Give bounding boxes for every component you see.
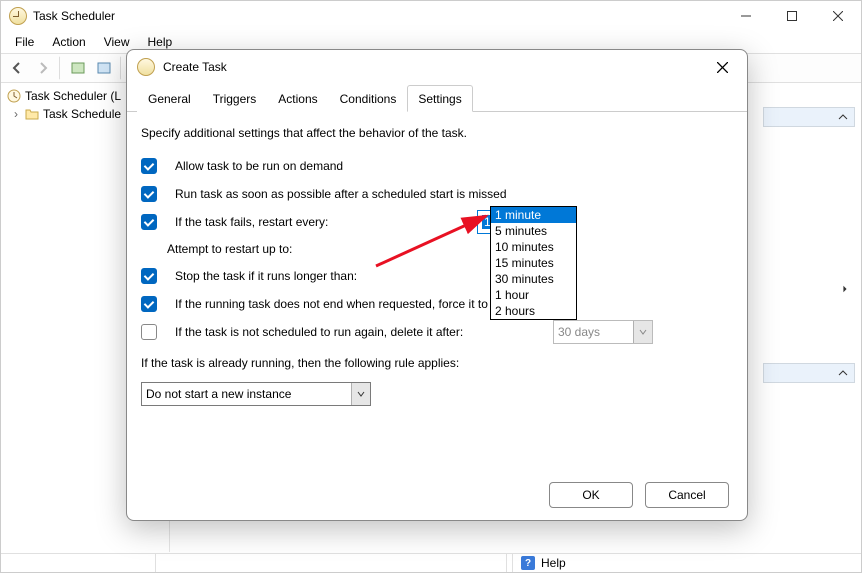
row-rule-label: If the task is already running, then the…: [141, 356, 733, 370]
chevron-down-icon: [633, 321, 652, 343]
label-delete-after: If the task is not scheduled to run agai…: [175, 325, 463, 339]
row-force-stop: If the running task does not end when re…: [141, 296, 733, 312]
help-icon: ?: [521, 556, 535, 570]
row-attempt: Attempt to restart up to:: [167, 242, 733, 256]
folder-icon: [25, 107, 39, 121]
dropdown-option[interactable]: 10 minutes: [491, 239, 576, 255]
row-rule-combo: Do not start a new instance: [141, 382, 733, 406]
tab-triggers[interactable]: Triggers: [202, 85, 268, 112]
create-task-dialog: Create Task General Triggers Actions Con…: [126, 49, 748, 521]
tree-child-label: Task Schedule: [43, 107, 121, 121]
dropdown-option[interactable]: 1 minute: [491, 207, 576, 223]
collapse-bar-2[interactable]: [763, 363, 855, 383]
titlebar: Task Scheduler: [1, 1, 861, 31]
dropdown-list-restart-every[interactable]: 1 minute 5 minutes 10 minutes 15 minutes…: [490, 206, 577, 320]
row-allow-on-demand: Allow task to be run on demand: [141, 158, 733, 174]
dropdown-option[interactable]: 5 minutes: [491, 223, 576, 239]
window-title: Task Scheduler: [33, 9, 115, 23]
combo-delete-value: 30 days: [558, 325, 600, 339]
close-button[interactable]: [815, 1, 861, 31]
menu-file[interactable]: File: [7, 33, 42, 51]
tab-body: Specify additional settings that affect …: [127, 112, 747, 469]
statusbar: ? Help: [1, 553, 861, 572]
dropdown-option[interactable]: 2 hours: [491, 303, 576, 319]
ok-button[interactable]: OK: [549, 482, 633, 508]
maximize-button[interactable]: [769, 1, 815, 31]
checkbox-force-stop[interactable]: [141, 296, 157, 312]
forward-button[interactable]: [31, 56, 55, 80]
label-stop-if-longer: Stop the task if it runs longer than:: [175, 269, 357, 283]
minimize-button[interactable]: [723, 1, 769, 31]
dropdown-option[interactable]: 1 hour: [491, 287, 576, 303]
checkbox-stop-if-longer[interactable]: [141, 268, 157, 284]
row-restart-every: If the task fails, restart every: 1 minu…: [141, 214, 733, 230]
row-run-asap: Run task as soon as possible after a sch…: [141, 186, 733, 202]
chevron-down-icon: [351, 383, 370, 405]
separator: [59, 56, 62, 80]
settings-description: Specify additional settings that affect …: [141, 126, 733, 140]
tree-root-label: Task Scheduler (L: [25, 89, 121, 103]
dialog-titlebar: Create Task: [127, 50, 747, 84]
toolbar-icon-2[interactable]: [92, 56, 116, 80]
row-stop-if-longer: Stop the task if it runs longer than:: [141, 268, 733, 284]
cancel-button[interactable]: Cancel: [645, 482, 729, 508]
checkbox-run-asap[interactable]: [141, 186, 157, 202]
checkbox-restart-every[interactable]: [141, 214, 157, 230]
label-allow-on-demand: Allow task to be run on demand: [175, 159, 343, 173]
app-icon: [9, 7, 27, 25]
tab-strip: General Triggers Actions Conditions Sett…: [127, 84, 747, 112]
dialog-title: Create Task: [163, 60, 227, 74]
menu-action[interactable]: Action: [44, 33, 93, 51]
label-restart-every: If the task fails, restart every:: [175, 215, 328, 229]
toolbar-icon-1[interactable]: [66, 56, 90, 80]
label-run-asap: Run task as soon as possible after a sch…: [175, 187, 507, 201]
clock-icon: [7, 89, 21, 103]
back-button[interactable]: [5, 56, 29, 80]
dialog-buttons: OK Cancel: [127, 469, 747, 520]
expand-icon[interactable]: ›: [11, 107, 21, 121]
label-attempt: Attempt to restart up to:: [167, 242, 292, 256]
tab-general[interactable]: General: [137, 85, 202, 112]
combo-rule[interactable]: Do not start a new instance: [141, 382, 371, 406]
collapse-bar-1[interactable]: [763, 107, 855, 127]
label-rule: If the task is already running, then the…: [141, 356, 459, 370]
dropdown-option[interactable]: 30 minutes: [491, 271, 576, 287]
checkbox-allow-on-demand[interactable]: [141, 158, 157, 174]
help-label: Help: [541, 556, 566, 570]
tab-settings[interactable]: Settings: [407, 85, 472, 112]
checkbox-delete-after[interactable]: [141, 324, 157, 340]
help-cell[interactable]: ? Help: [512, 554, 861, 572]
combo-rule-value: Do not start a new instance: [146, 387, 291, 401]
dialog-close-button[interactable]: [707, 52, 737, 82]
dropdown-option[interactable]: 15 minutes: [491, 255, 576, 271]
row-delete-after: If the task is not scheduled to run agai…: [141, 324, 733, 340]
combo-delete-after[interactable]: 30 days: [553, 320, 653, 344]
scroll-right-icon[interactable]: [765, 281, 855, 297]
window-buttons: [723, 1, 861, 31]
tab-actions[interactable]: Actions: [267, 85, 328, 112]
label-force-stop: If the running task does not end when re…: [175, 297, 501, 311]
separator: [120, 56, 123, 80]
tab-conditions[interactable]: Conditions: [329, 85, 408, 112]
dialog-icon: [137, 58, 155, 76]
